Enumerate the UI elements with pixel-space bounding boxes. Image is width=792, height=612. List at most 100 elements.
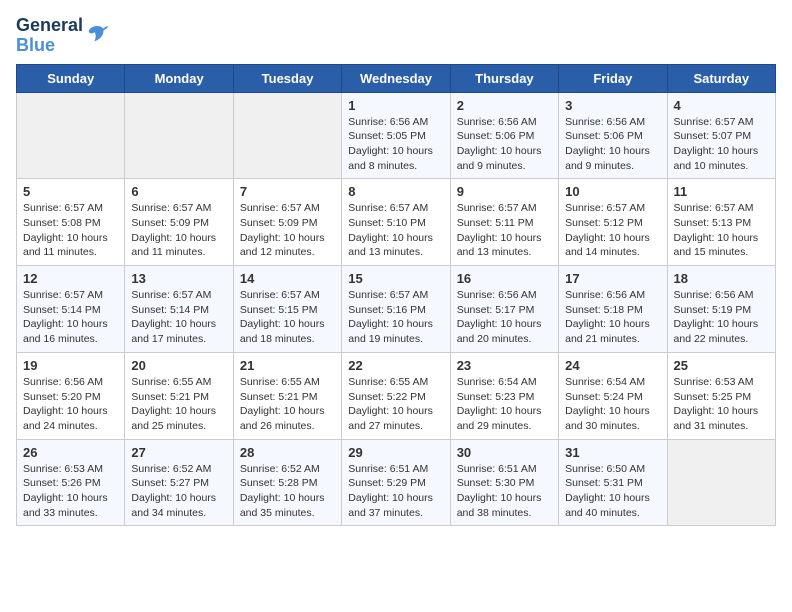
day-number: 22 — [348, 358, 443, 373]
day-number: 3 — [565, 98, 660, 113]
day-info: Sunrise: 6:57 AM Sunset: 5:13 PM Dayligh… — [674, 201, 769, 260]
calendar-week-3: 12Sunrise: 6:57 AM Sunset: 5:14 PM Dayli… — [17, 266, 776, 353]
day-info: Sunrise: 6:57 AM Sunset: 5:11 PM Dayligh… — [457, 201, 552, 260]
day-info: Sunrise: 6:52 AM Sunset: 5:27 PM Dayligh… — [131, 462, 226, 521]
day-info: Sunrise: 6:57 AM Sunset: 5:08 PM Dayligh… — [23, 201, 118, 260]
day-number: 14 — [240, 271, 335, 286]
day-info: Sunrise: 6:55 AM Sunset: 5:21 PM Dayligh… — [240, 375, 335, 434]
day-number: 31 — [565, 445, 660, 460]
calendar-cell: 10 Sunrise: 6:57 AM Sunset: 5:12 PM Dayli… — [559, 179, 667, 266]
day-info: Sunrise: 6:50 AM Sunset: 5:31 PM Dayligh… — [565, 462, 660, 521]
calendar-cell: 28 Sunrise: 6:52 AM Sunset: 5:28 PM Dayli… — [233, 439, 341, 526]
calendar-cell: 12Sunrise: 6:57 AM Sunset: 5:14 PM Dayli… — [17, 266, 125, 353]
day-number: 21 — [240, 358, 335, 373]
calendar-cell: 21 Sunrise: 6:55 AM Sunset: 5:21 PM Dayli… — [233, 352, 341, 439]
logo-bird-icon — [87, 23, 109, 49]
day-number: 5 — [23, 184, 118, 199]
calendar-cell: 14 Sunrise: 6:57 AM Sunset: 5:15 PM Dayli… — [233, 266, 341, 353]
calendar-cell: 1 Sunrise: 6:56 AM Sunset: 5:05 PM Daylig… — [342, 92, 450, 179]
weekday-header-row: SundayMondayTuesdayWednesdayThursdayFrid… — [17, 64, 776, 92]
day-number: 25 — [674, 358, 769, 373]
calendar-cell: 8 Sunrise: 6:57 AM Sunset: 5:10 PM Daylig… — [342, 179, 450, 266]
day-info: Sunrise: 6:57 AM Sunset: 5:07 PM Dayligh… — [674, 115, 769, 174]
logo-general: General — [16, 16, 83, 36]
day-info: Sunrise: 6:52 AM Sunset: 5:28 PM Dayligh… — [240, 462, 335, 521]
day-info: Sunrise: 6:56 AM Sunset: 5:17 PM Dayligh… — [457, 288, 552, 347]
calendar-cell: 2Sunrise: 6:56 AM Sunset: 5:06 PM Daylig… — [450, 92, 558, 179]
day-number: 6 — [131, 184, 226, 199]
day-number: 18 — [674, 271, 769, 286]
weekday-header-wednesday: Wednesday — [342, 64, 450, 92]
calendar-cell — [125, 92, 233, 179]
day-number: 27 — [131, 445, 226, 460]
calendar-table: SundayMondayTuesdayWednesdayThursdayFrid… — [16, 64, 776, 527]
day-info: Sunrise: 6:56 AM Sunset: 5:20 PM Dayligh… — [23, 375, 118, 434]
calendar-cell: 4 Sunrise: 6:57 AM Sunset: 5:07 PM Daylig… — [667, 92, 775, 179]
day-info: Sunrise: 6:55 AM Sunset: 5:22 PM Dayligh… — [348, 375, 443, 434]
day-info: Sunrise: 6:57 AM Sunset: 5:09 PM Dayligh… — [240, 201, 335, 260]
calendar-cell — [667, 439, 775, 526]
logo-blue: Blue — [16, 36, 83, 56]
calendar-cell: 31 Sunrise: 6:50 AM Sunset: 5:31 PM Dayli… — [559, 439, 667, 526]
day-number: 26 — [23, 445, 118, 460]
calendar-cell: 13Sunrise: 6:57 AM Sunset: 5:14 PM Dayli… — [125, 266, 233, 353]
calendar-cell: 22 Sunrise: 6:55 AM Sunset: 5:22 PM Dayli… — [342, 352, 450, 439]
day-number: 19 — [23, 358, 118, 373]
calendar-cell: 17Sunrise: 6:56 AM Sunset: 5:18 PM Dayli… — [559, 266, 667, 353]
day-number: 11 — [674, 184, 769, 199]
calendar-week-2: 5 Sunrise: 6:57 AM Sunset: 5:08 PM Daylig… — [17, 179, 776, 266]
calendar-cell: 29 Sunrise: 6:51 AM Sunset: 5:29 PM Dayli… — [342, 439, 450, 526]
day-info: Sunrise: 6:57 AM Sunset: 5:14 PM Dayligh… — [131, 288, 226, 347]
calendar-cell: 23 Sunrise: 6:54 AM Sunset: 5:23 PM Dayli… — [450, 352, 558, 439]
calendar-cell: 5 Sunrise: 6:57 AM Sunset: 5:08 PM Daylig… — [17, 179, 125, 266]
weekday-header-tuesday: Tuesday — [233, 64, 341, 92]
calendar-cell: 24Sunrise: 6:54 AM Sunset: 5:24 PM Dayli… — [559, 352, 667, 439]
day-info: Sunrise: 6:51 AM Sunset: 5:30 PM Dayligh… — [457, 462, 552, 521]
day-info: Sunrise: 6:56 AM Sunset: 5:05 PM Dayligh… — [348, 115, 443, 174]
calendar-cell: 7 Sunrise: 6:57 AM Sunset: 5:09 PM Daylig… — [233, 179, 341, 266]
calendar-cell: 27 Sunrise: 6:52 AM Sunset: 5:27 PM Dayli… — [125, 439, 233, 526]
calendar-week-1: 1 Sunrise: 6:56 AM Sunset: 5:05 PM Daylig… — [17, 92, 776, 179]
day-number: 23 — [457, 358, 552, 373]
day-number: 9 — [457, 184, 552, 199]
day-number: 8 — [348, 184, 443, 199]
day-info: Sunrise: 6:53 AM Sunset: 5:25 PM Dayligh… — [674, 375, 769, 434]
day-number: 17 — [565, 271, 660, 286]
weekday-header-sunday: Sunday — [17, 64, 125, 92]
day-number: 2 — [457, 98, 552, 113]
logo: General Blue — [16, 16, 109, 56]
calendar-cell: 20 Sunrise: 6:55 AM Sunset: 5:21 PM Dayli… — [125, 352, 233, 439]
calendar-cell — [17, 92, 125, 179]
calendar-week-4: 19 Sunrise: 6:56 AM Sunset: 5:20 PM Dayli… — [17, 352, 776, 439]
day-info: Sunrise: 6:57 AM Sunset: 5:15 PM Dayligh… — [240, 288, 335, 347]
day-number: 30 — [457, 445, 552, 460]
day-info: Sunrise: 6:55 AM Sunset: 5:21 PM Dayligh… — [131, 375, 226, 434]
day-number: 20 — [131, 358, 226, 373]
calendar-cell: 25 Sunrise: 6:53 AM Sunset: 5:25 PM Dayli… — [667, 352, 775, 439]
weekday-header-thursday: Thursday — [450, 64, 558, 92]
day-number: 15 — [348, 271, 443, 286]
calendar-cell — [233, 92, 341, 179]
day-info: Sunrise: 6:57 AM Sunset: 5:12 PM Dayligh… — [565, 201, 660, 260]
day-info: Sunrise: 6:51 AM Sunset: 5:29 PM Dayligh… — [348, 462, 443, 521]
day-number: 29 — [348, 445, 443, 460]
calendar-cell: 30 Sunrise: 6:51 AM Sunset: 5:30 PM Dayli… — [450, 439, 558, 526]
day-number: 24 — [565, 358, 660, 373]
day-info: Sunrise: 6:57 AM Sunset: 5:16 PM Dayligh… — [348, 288, 443, 347]
day-number: 10 — [565, 184, 660, 199]
weekday-header-saturday: Saturday — [667, 64, 775, 92]
day-number: 28 — [240, 445, 335, 460]
day-info: Sunrise: 6:54 AM Sunset: 5:23 PM Dayligh… — [457, 375, 552, 434]
calendar-cell: 15 Sunrise: 6:57 AM Sunset: 5:16 PM Dayli… — [342, 266, 450, 353]
calendar-cell: 11 Sunrise: 6:57 AM Sunset: 5:13 PM Dayli… — [667, 179, 775, 266]
day-info: Sunrise: 6:53 AM Sunset: 5:26 PM Dayligh… — [23, 462, 118, 521]
day-number: 1 — [348, 98, 443, 113]
calendar-week-5: 26 Sunrise: 6:53 AM Sunset: 5:26 PM Dayli… — [17, 439, 776, 526]
day-number: 4 — [674, 98, 769, 113]
calendar-cell: 18Sunrise: 6:56 AM Sunset: 5:19 PM Dayli… — [667, 266, 775, 353]
day-number: 7 — [240, 184, 335, 199]
day-info: Sunrise: 6:57 AM Sunset: 5:14 PM Dayligh… — [23, 288, 118, 347]
calendar-cell: 6Sunrise: 6:57 AM Sunset: 5:09 PM Daylig… — [125, 179, 233, 266]
day-number: 16 — [457, 271, 552, 286]
day-info: Sunrise: 6:57 AM Sunset: 5:10 PM Dayligh… — [348, 201, 443, 260]
